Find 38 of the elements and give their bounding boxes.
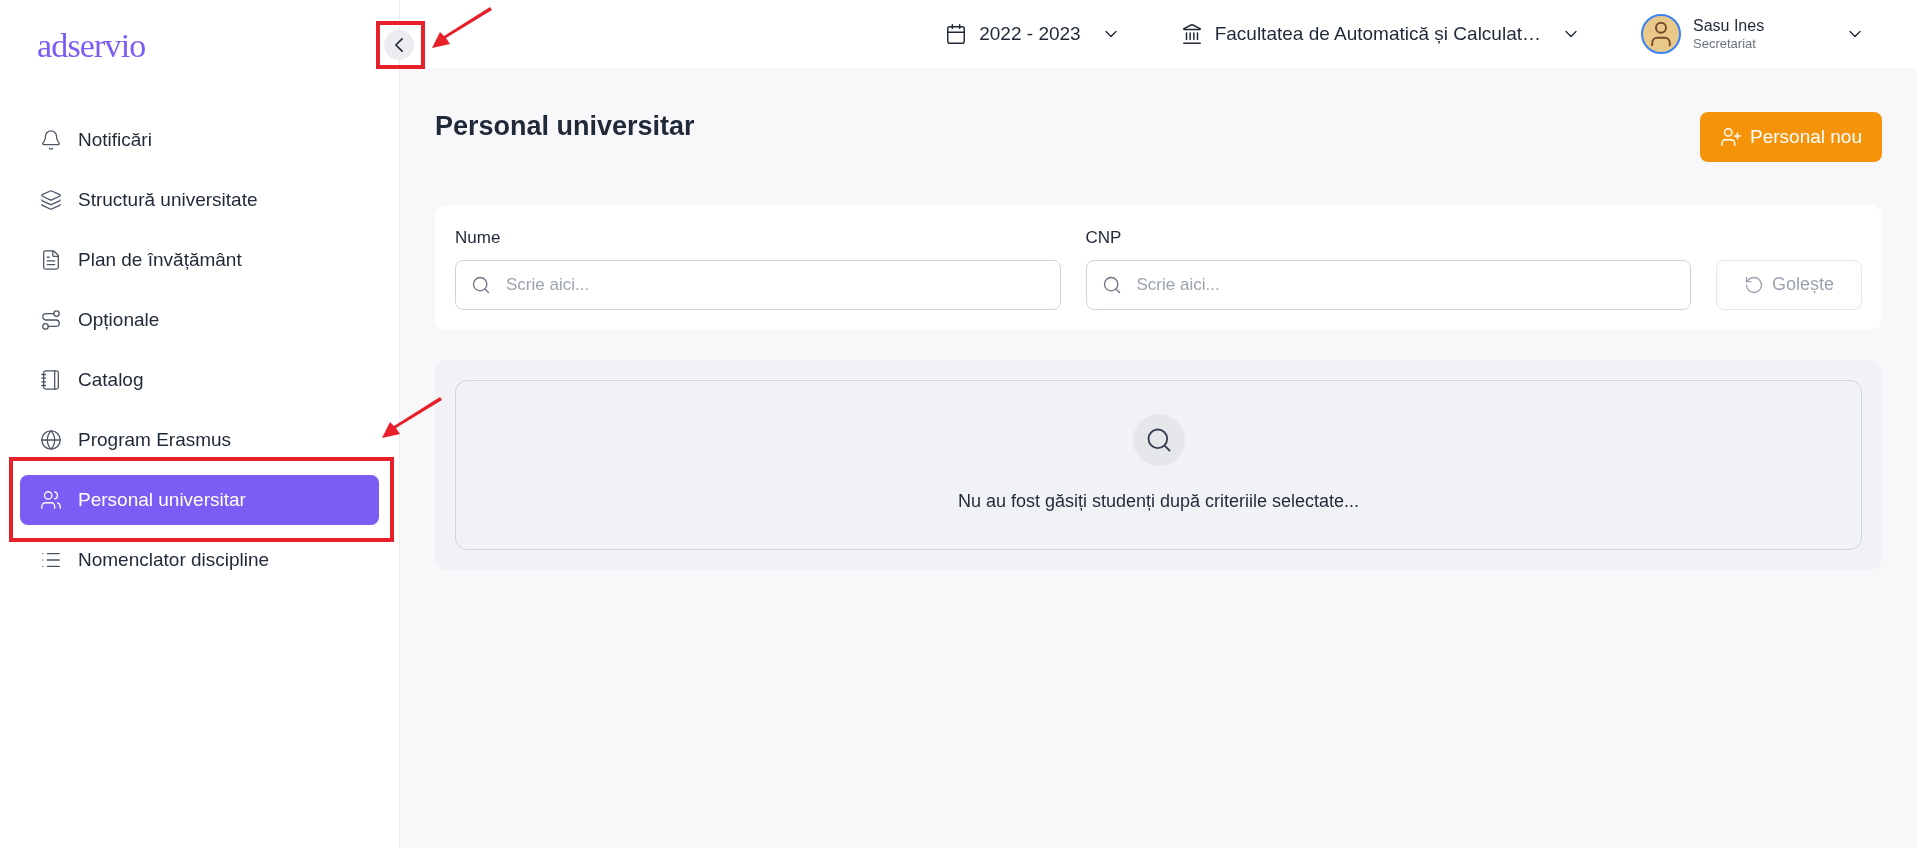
building-icon	[1180, 23, 1203, 45]
user-menu[interactable]: Sasu Ines Secretariat	[1641, 14, 1865, 54]
arrow	[432, 6, 494, 50]
field-label: CNP	[1085, 227, 1123, 249]
sidebar-item[interactable]: Structură universitate	[20, 185, 379, 215]
sidebar-item[interactable]: Plan de învățământ	[20, 245, 379, 275]
sidebar-item[interactable]: Notificări	[20, 125, 379, 155]
search-icon	[1101, 274, 1122, 295]
collapse-button[interactable]	[384, 30, 414, 60]
sidebar-item[interactable]: Nomenclator discipline	[20, 545, 379, 575]
document-icon	[40, 249, 62, 271]
search-field[interactable]: Scrie aici...	[1085, 259, 1691, 310]
sidebar-item[interactable]: Opționale	[20, 305, 379, 335]
logo: adservio	[37, 25, 146, 66]
field-label: Nume	[455, 227, 502, 249]
user-plus-icon	[1720, 126, 1743, 148]
route-icon	[40, 309, 62, 331]
layers-icon	[40, 189, 62, 211]
users-icon	[40, 489, 62, 511]
faculty-selector[interactable]: Facultatea de Automatică și Calculat…	[1180, 19, 1581, 49]
bell-icon	[40, 129, 62, 151]
globe-icon	[40, 429, 62, 451]
highlight-frame	[376, 21, 425, 69]
arrow	[382, 396, 444, 440]
user-role: Secretariat	[1693, 35, 1757, 53]
page-title: Personal universitar	[435, 110, 695, 143]
sidebar-item[interactable]: Personal universitar	[20, 475, 379, 525]
notebook-icon	[40, 369, 62, 391]
reset-icon	[1743, 274, 1764, 295]
search-field[interactable]: Scrie aici...	[455, 259, 1061, 310]
sidebar-item[interactable]: Program Erasmus	[20, 425, 379, 455]
chevron-left-icon	[395, 38, 403, 52]
year-selector[interactable]: 2022 - 2023	[945, 19, 1121, 49]
sidebar-item[interactable]: Catalog	[20, 365, 379, 395]
search-icon	[471, 274, 491, 295]
empty-message: Nu au fost găsiți studenți după criteriile selectate...	[957, 490, 1360, 513]
calendar-icon	[945, 23, 968, 45]
user-name: Sasu Ines	[1693, 15, 1766, 36]
